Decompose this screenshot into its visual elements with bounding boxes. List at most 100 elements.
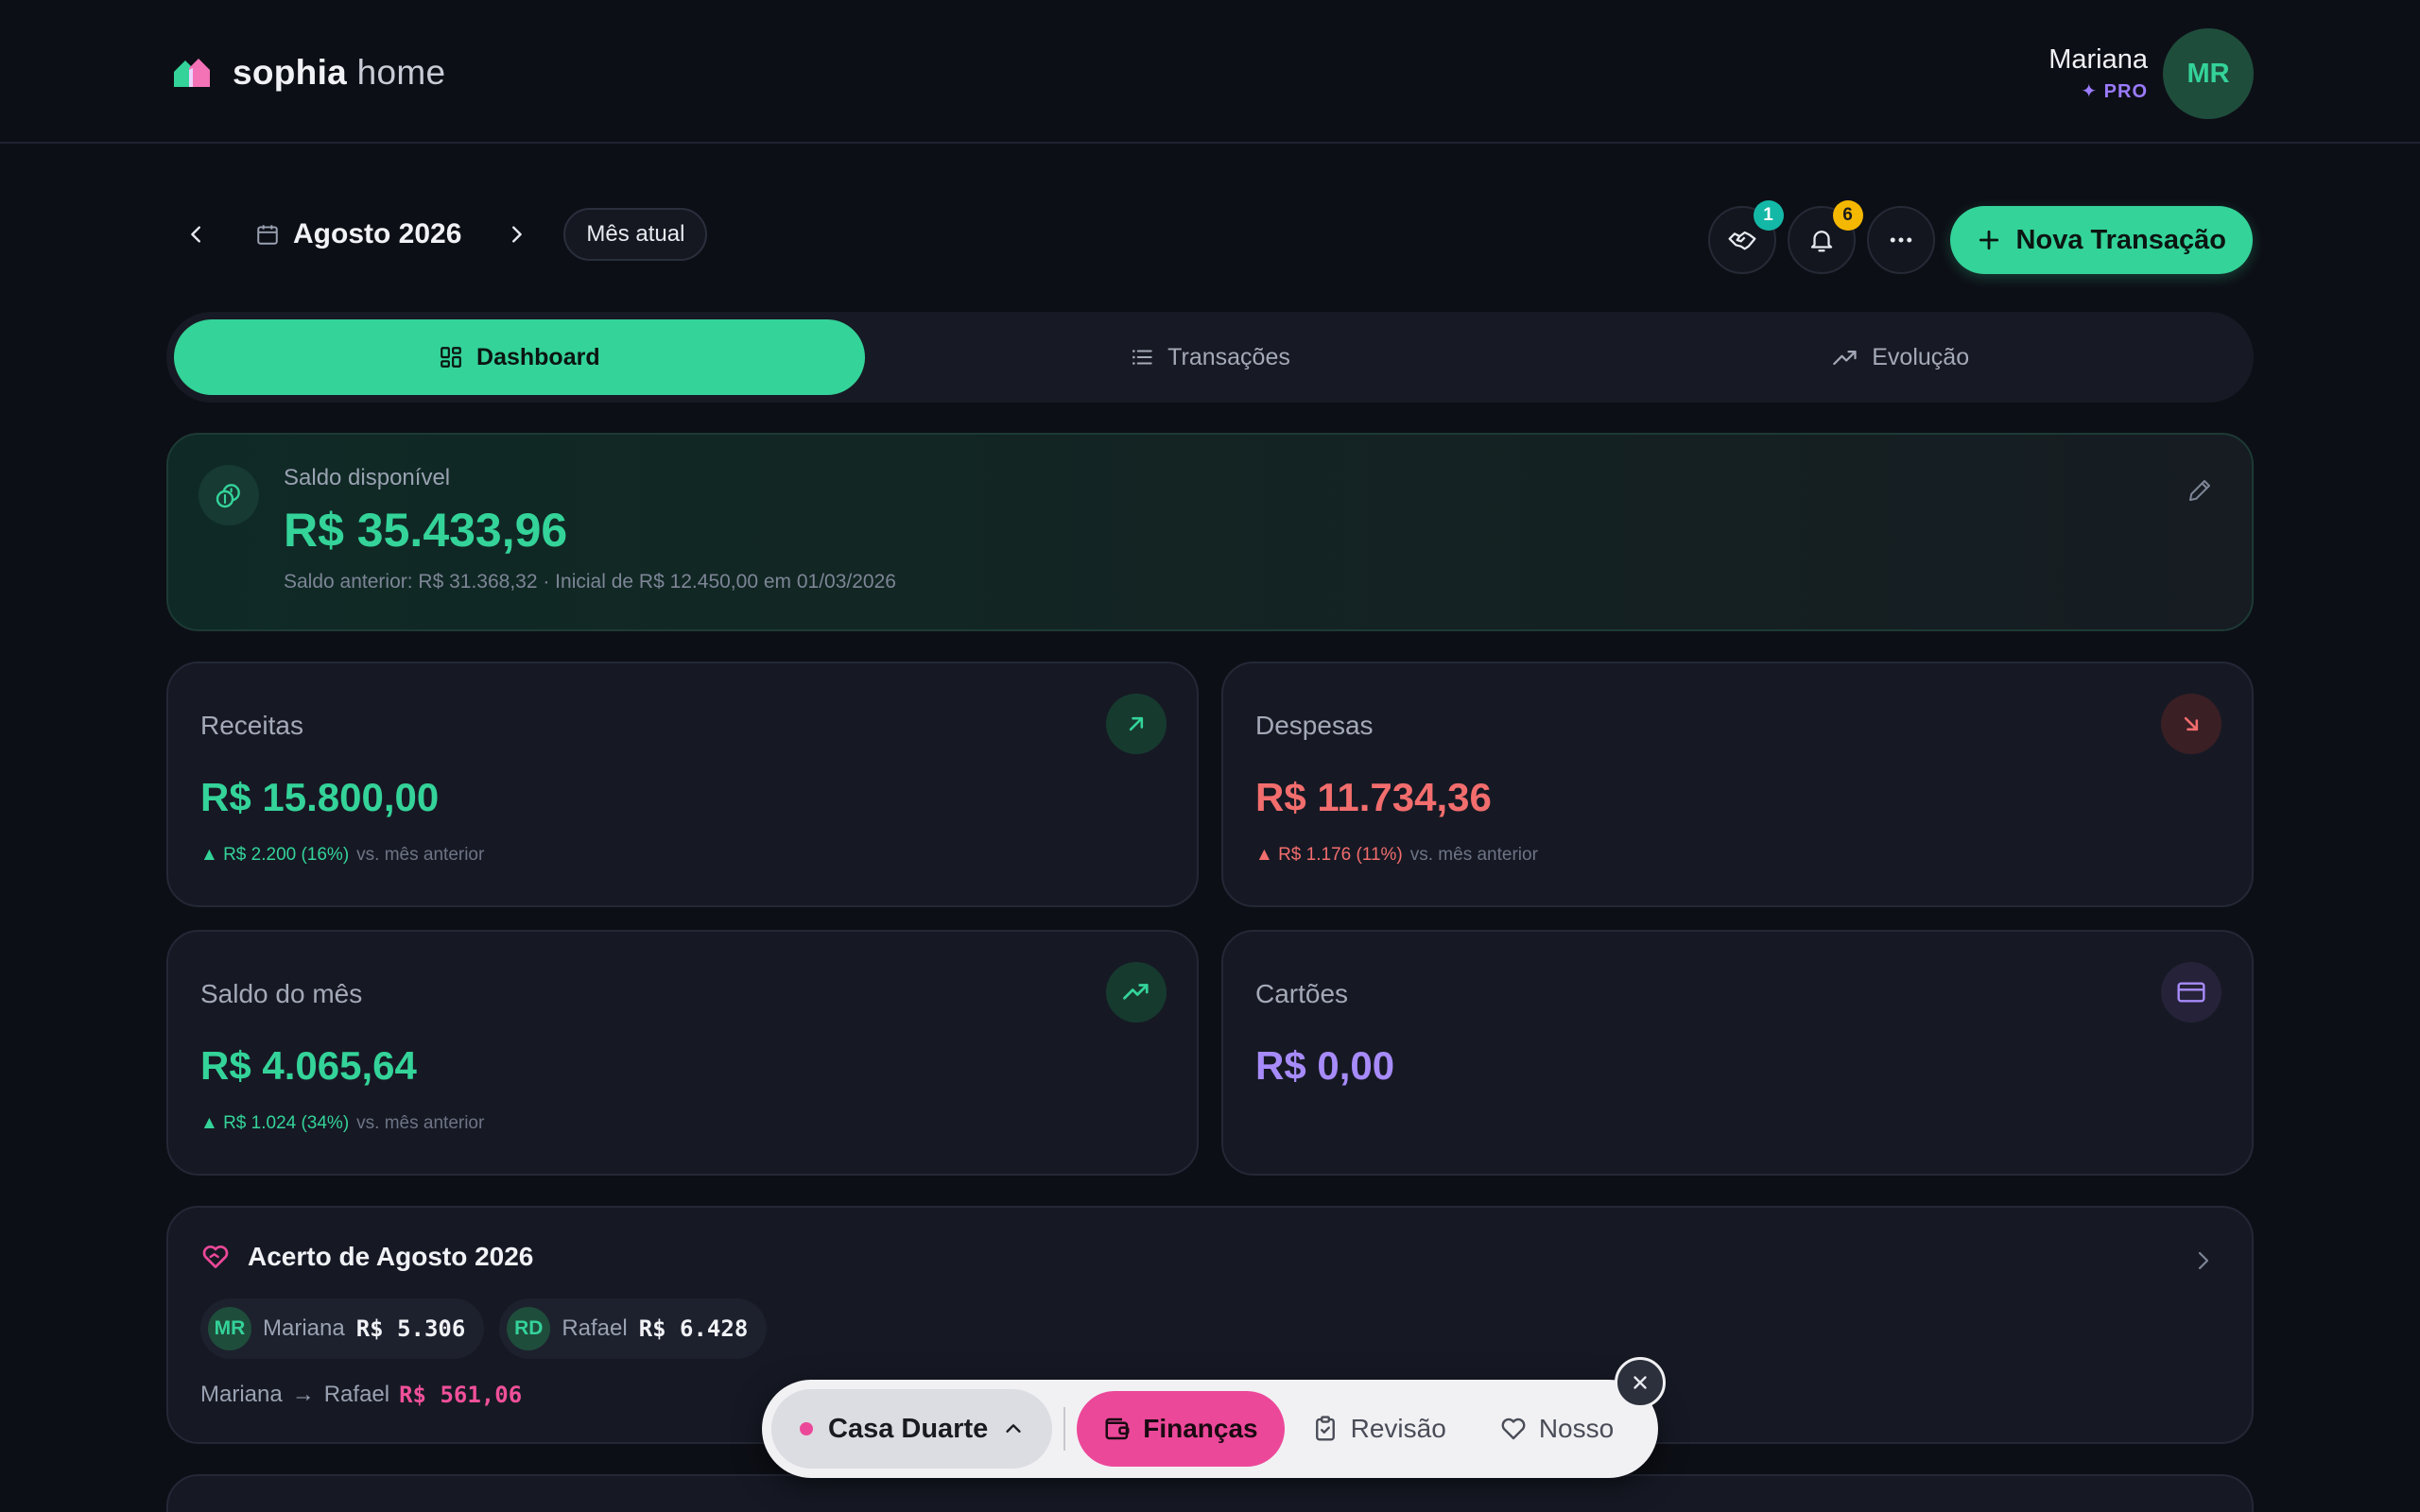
close-icon [1634, 1376, 1647, 1389]
tab-label: Evolução [1872, 343, 1970, 370]
balance-label: Saldo disponível [284, 465, 451, 490]
month-selector[interactable]: Agosto 2026 [255, 218, 461, 250]
tab-dashboard[interactable]: Dashboard [174, 319, 865, 395]
list-icon [1132, 350, 1152, 365]
credit-card-icon [2161, 962, 2221, 1022]
tab-evolution[interactable]: Evolução [1555, 319, 2246, 395]
pencil-icon [2189, 480, 2210, 501]
top-bar: sophia home Mariana ✦ PRO MR [0, 0, 2420, 144]
user-menu[interactable]: Mariana ✦ PRO MR [2048, 28, 2254, 119]
available-balance-card: Saldo disponível R$ 35.433,96 Saldo ante… [166, 433, 2254, 631]
expenses-value: R$ 11.734,36 [1255, 775, 1492, 819]
month-balance-delta-value: ▲ R$ 1.024 (34%) [200, 1113, 350, 1133]
dock-item-label: Revisão [1350, 1414, 1446, 1443]
plus-icon [1979, 230, 1998, 250]
balance-subtext: Saldo anterior: R$ 31.368,32 · Inicial d… [284, 571, 896, 593]
avatar[interactable]: MR [2163, 28, 2254, 119]
month-navigation: Agosto 2026 Mês atual [172, 208, 708, 261]
bell-icon [1810, 231, 1832, 252]
wallet-icon [1105, 1418, 1130, 1440]
income-value: R$ 15.800,00 [200, 775, 440, 819]
transfer-from: Mariana [200, 1382, 283, 1407]
chevron-up-icon [1006, 1424, 1021, 1433]
arrow-up-right-icon [1106, 694, 1167, 754]
new-transaction-button[interactable]: Nova Transação [1949, 206, 2253, 274]
tab-label: Transações [1167, 343, 1290, 370]
household-name: Casa Duarte [828, 1413, 989, 1444]
month-balance-card[interactable]: Saldo do mês R$ 4.065,64 ▲ R$ 1.024 (34%… [166, 930, 1199, 1176]
month-balance-label: Saldo do mês [200, 979, 363, 1008]
dock-ours[interactable]: Nosso [1473, 1391, 1640, 1467]
settlement-open-button[interactable] [2191, 1249, 2214, 1277]
pro-badge: ✦ PRO [2081, 81, 2148, 102]
calendar-icon [257, 225, 278, 245]
balance-value: R$ 35.433,96 [284, 504, 568, 557]
coins-icon [199, 465, 259, 525]
household-selector[interactable]: Casa Duarte [771, 1389, 1053, 1469]
person-amount: R$ 6.428 [638, 1315, 749, 1342]
month-balance-value: R$ 4.065,64 [200, 1043, 417, 1088]
dock-item-label: Nosso [1538, 1414, 1615, 1443]
new-transaction-label: Nova Transação [2015, 224, 2226, 255]
person-name: Rafael [562, 1315, 628, 1341]
household-dot-icon [800, 1422, 813, 1435]
expenses-card[interactable]: Despesas R$ 11.734,36 ▲ R$ 1.176 (11%) v… [1221, 662, 2254, 907]
dock-close-button[interactable] [1615, 1357, 1666, 1408]
brand-name-bold: sophia [233, 53, 348, 92]
chevron-left-icon [191, 226, 200, 243]
brand-logo[interactable]: sophia home [172, 53, 445, 93]
credit-cards-card[interactable]: Cartões R$ 0,00 [1221, 930, 2254, 1176]
person-amount: R$ 5.306 [355, 1315, 466, 1342]
income-delta: ▲ R$ 2.200 (16%) vs. mês anterior [200, 845, 484, 866]
current-month-button[interactable]: Mês atual [563, 208, 708, 261]
tab-transactions[interactable]: Transações [865, 319, 1556, 395]
expenses-label: Despesas [1255, 711, 1374, 740]
settlement-people: MR Mariana R$ 5.306 RD Rafael R$ 6.428 [200, 1298, 768, 1359]
settlement-transfer: Mariana → Rafael R$ 561,06 [200, 1382, 522, 1408]
bottom-dock: Casa Duarte Finanças Revisão Nosso [762, 1380, 1658, 1478]
month-balance-delta-vs: vs. mês anterior [356, 1113, 485, 1133]
clipboard-check-icon [1315, 1416, 1335, 1441]
tab-label: Dashboard [476, 343, 600, 370]
income-delta-value: ▲ R$ 2.200 (16%) [200, 845, 350, 865]
settlement-title: Acerto de Agosto 2026 [200, 1242, 533, 1272]
grid-icon [441, 347, 461, 368]
settlement-button[interactable]: 1 [1707, 200, 1784, 274]
house-logo-icon [174, 59, 210, 87]
income-card[interactable]: Receitas R$ 15.800,00 ▲ R$ 2.200 (16%) v… [166, 662, 1199, 907]
chevron-right-icon [2198, 1251, 2209, 1270]
heart-icon [1501, 1418, 1526, 1440]
arrow-down-right-icon [2161, 694, 2221, 754]
dock-item-label: Finanças [1143, 1414, 1258, 1443]
handshake-icon [1728, 231, 1756, 250]
income-delta-vs: vs. mês anterior [356, 845, 485, 865]
chevron-right-icon [512, 226, 523, 243]
user-info: Mariana ✦ PRO [2048, 44, 2148, 103]
user-name: Mariana [2048, 44, 2148, 75]
heart-handshake-icon [202, 1246, 229, 1268]
person-chip: RD Rafael R$ 6.428 [499, 1298, 768, 1359]
settlement-count-badge: 1 [1753, 200, 1784, 231]
expenses-delta: ▲ R$ 1.176 (11%) vs. mês anterior [1255, 845, 1538, 866]
transfer-amount: R$ 561,06 [399, 1382, 523, 1408]
dock-review[interactable]: Revisão [1285, 1391, 1473, 1467]
trending-up-icon [1106, 962, 1167, 1022]
month-label: Agosto 2026 [293, 218, 462, 249]
expenses-delta-vs: vs. mês anterior [1409, 845, 1538, 865]
dock-finances[interactable]: Finanças [1077, 1391, 1285, 1467]
edit-balance-button[interactable] [2186, 476, 2214, 509]
month-balance-delta: ▲ R$ 1.024 (34%) vs. mês anterior [200, 1113, 484, 1134]
transfer-arrow: → [291, 1382, 315, 1407]
person-chip: MR Mariana R$ 5.306 [200, 1298, 485, 1359]
cards-value: R$ 0,00 [1255, 1043, 1395, 1088]
more-options-button[interactable] [1866, 206, 1935, 274]
brand-name-light: home [356, 53, 446, 92]
next-card-partial [166, 1474, 2254, 1512]
trend-icon [1833, 351, 1857, 366]
settlement-title-text: Acerto de Agosto 2026 [248, 1242, 534, 1271]
next-month-button[interactable] [492, 210, 541, 259]
notifications-button[interactable]: 6 [1787, 200, 1863, 274]
previous-month-button[interactable] [172, 210, 221, 259]
person-name: Mariana [263, 1315, 345, 1341]
transfer-to: Rafael [323, 1382, 390, 1407]
